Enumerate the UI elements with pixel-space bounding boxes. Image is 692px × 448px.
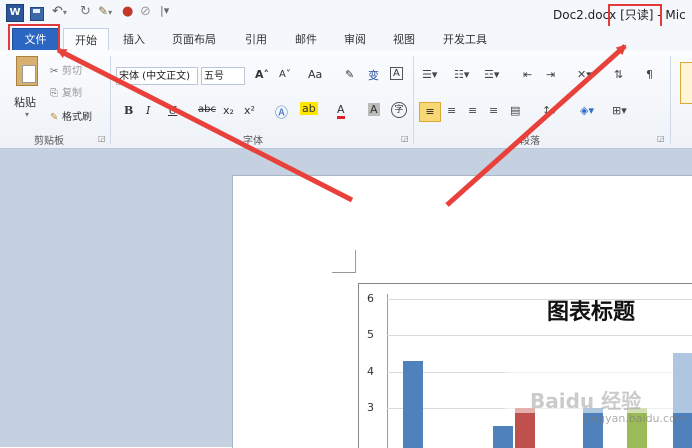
arrow-to-file-tab [56,47,354,203]
annotation-arrows [56,44,627,207]
arrow-to-read-only [445,44,627,207]
